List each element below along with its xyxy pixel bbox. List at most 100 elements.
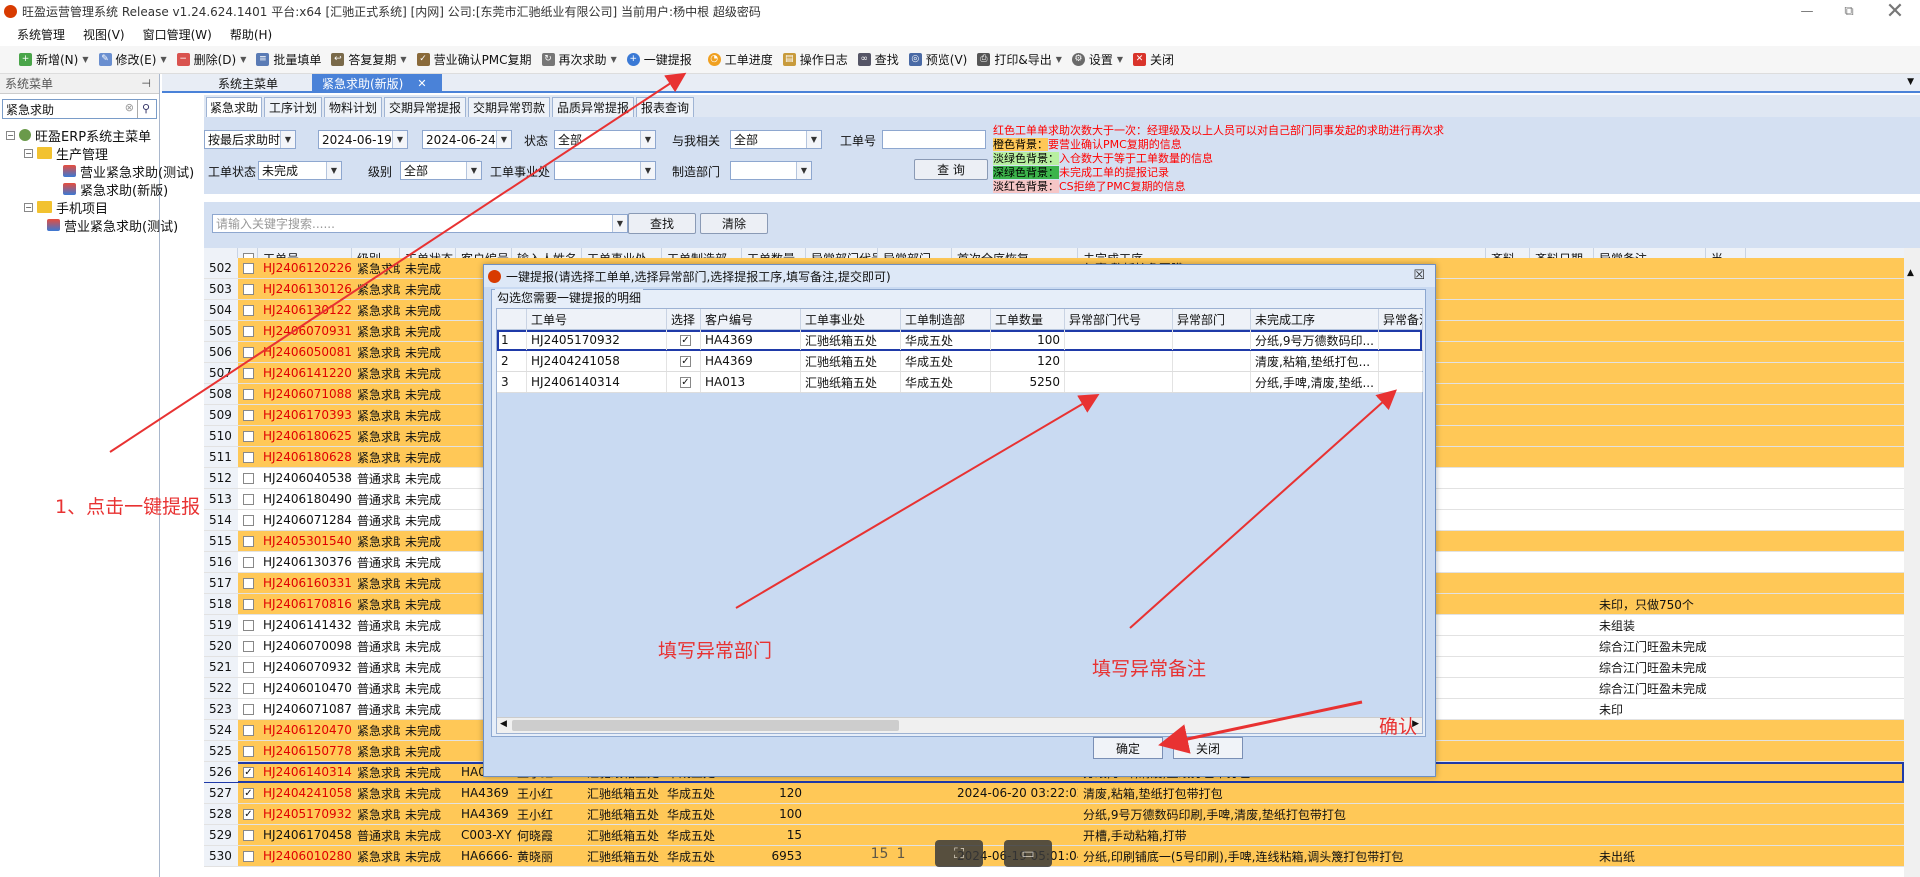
chevron-down-icon[interactable]: ▼ [1117,55,1123,64]
row-checkbox[interactable] [243,556,254,568]
preview-button[interactable]: ◎ 预览(V) [904,49,973,71]
row-checkbox[interactable] [243,409,254,421]
dialog-cell-dcode[interactable] [1065,351,1173,371]
row-checkbox[interactable] [243,325,254,337]
tree-leaf-sales-help-test[interactable]: 营业紧急求助(测试) [63,162,194,181]
menu-system[interactable]: 系统管理 [8,26,74,43]
chevron-down-icon[interactable]: ▼ [466,162,481,179]
dialog-column-header[interactable]: 客户编号 [701,309,801,330]
collapse-icon[interactable]: − [24,148,33,158]
row-checkbox[interactable] [243,346,254,358]
row-checkbox[interactable] [243,367,254,379]
table-row[interactable]: 528 ✓ HJ2405170932 紧急求助 未完成 HA4369 王小红 汇驰纸箱五处 华成… [204,804,1904,825]
dialog-cell-dcode[interactable] [1065,372,1173,392]
chevron-down-icon[interactable]: ▼ [326,162,341,179]
row-checkbox[interactable]: ✓ [243,808,254,820]
row-checkbox[interactable] [243,577,254,589]
tab-delivery-fine[interactable]: 交期异常罚款 [468,97,550,117]
row-checkbox[interactable] [243,850,254,862]
pmc-confirm-button[interactable]: ✓ 营业确认PMC复期 [412,49,537,71]
table-row[interactable]: 529 HJ2406170458 普通求助 未完成 C003-XY 何晓霞 汇驰纸箱五处 华成… [204,825,1904,846]
operation-log-button[interactable]: ▤ 操作日志 [778,49,853,71]
retry-help-button[interactable]: ↻ 再次求助 ▼ [537,49,622,71]
search-button[interactable]: 查找 [628,213,696,234]
dialog-cell-note[interactable] [1379,330,1423,350]
level-select[interactable]: 全部 ▼ [400,161,482,180]
close-window-button[interactable]: ✕ [1874,0,1916,24]
chevron-down-icon[interactable]: ▼ [612,215,627,232]
screen-share-button[interactable]: ▭ [1004,840,1052,867]
restore-button[interactable]: ⧉ [1828,0,1870,23]
chevron-down-icon[interactable]: ▼ [496,131,511,148]
row-checkbox[interactable] [243,703,254,715]
row-checkbox[interactable] [243,619,254,631]
dialog-cell-dept[interactable] [1173,372,1251,392]
query-button[interactable]: 查 询 [914,159,988,180]
dialog-table-row[interactable]: 1 HJ2405170932 ✓ HA4369 汇驰纸箱五处 华成五处 100 分纸,9号万德… [497,330,1423,351]
chevron-down-icon[interactable]: ▼ [640,162,655,179]
chevron-down-icon[interactable]: ▼ [806,131,821,148]
row-checkbox[interactable]: ✓ [243,787,254,799]
sidebar-search-input[interactable]: 紧急求助 ⊗ ⚲ [2,99,157,119]
batch-fill-button[interactable]: ≡ 批量填单 [251,49,326,71]
scroll-thumb[interactable] [512,720,899,731]
dialog-cell-dept[interactable] [1173,330,1251,350]
row-checkbox[interactable] [243,262,254,274]
tab-process-plan[interactable]: 工序计划 [264,97,322,117]
dialog-table-row[interactable]: 3 HJ2406140314 ✓ HA013 汇驰纸箱五处 华成五处 5250 分纸,手啤,清… [497,372,1423,393]
tab-urgent-help[interactable]: 紧急求助 [206,97,262,117]
dialog-horizontal-scrollbar[interactable]: ◀ ▶ [497,717,1422,733]
chevron-down-icon[interactable]: ▼ [400,55,406,64]
dialog-column-header[interactable]: 选择 [667,309,701,330]
time-type-select[interactable]: 按最后求助时间 ▼ [204,130,296,149]
order-status-select[interactable]: 未完成 ▼ [258,161,342,180]
dialog-column-header[interactable]: 工单制造部 [901,309,991,330]
row-checkbox[interactable] [243,682,254,694]
scroll-up-icon[interactable]: ▲ [1907,268,1914,278]
dialog-cell-dept[interactable] [1173,351,1251,371]
collapse-icon[interactable]: − [6,130,15,140]
chevron-down-icon[interactable]: ▼ [640,131,655,148]
row-checkbox[interactable] [243,598,254,610]
chevron-down-icon[interactable]: ▼ [240,55,246,64]
row-checkbox[interactable]: ✓ [243,766,254,778]
row-checkbox[interactable] [243,493,254,505]
tab-report-query[interactable]: 报表查询 [636,97,694,117]
grid-vertical-scrollbar[interactable]: ▲ [1904,248,1920,877]
dialog-row-checkbox[interactable]: ✓ [680,355,691,367]
chevron-down-icon[interactable]: ▼ [1907,77,1914,87]
dialog-row-checkbox[interactable]: ✓ [680,376,691,388]
clear-icon[interactable]: ⊗ [125,101,134,114]
minimize-button[interactable]: — [1786,0,1828,23]
order-no-input[interactable] [882,130,986,149]
dialog-ok-button[interactable]: 确定 [1093,737,1163,759]
row-checkbox[interactable] [243,430,254,442]
menu-window[interactable]: 窗口管理(W) [134,26,221,43]
dialog-close-icon[interactable]: ☒ [1413,268,1425,283]
chevron-down-icon[interactable]: ▼ [160,55,166,64]
order-progress-button[interactable]: ◔ 工单进度 [703,49,778,71]
menu-help[interactable]: 帮助(H) [221,26,281,43]
division-select[interactable]: ▼ [554,161,656,180]
row-checkbox[interactable] [243,304,254,316]
dialog-close-button[interactable]: 关闭 [1173,737,1243,759]
chevron-down-icon[interactable]: ▼ [280,131,295,148]
dialog-column-header[interactable]: 未完成工序 [1251,309,1379,330]
collapse-icon[interactable]: − [24,202,33,212]
row-checkbox[interactable] [243,661,254,673]
delete-button[interactable]: − 删除(D) ▼ [172,49,252,71]
pin-icon[interactable]: ⊣ [141,77,151,90]
dialog-cell-note[interactable] [1379,372,1423,392]
row-checkbox[interactable] [243,535,254,547]
row-checkbox[interactable] [243,724,254,736]
table-row[interactable]: 527 ✓ HJ2404241058 紧急求助 未完成 HA4369 王小红 汇驰纸箱五处 华成… [204,783,1904,804]
tab-urgent-help-new[interactable]: 紧急求助(新版) ✕ [312,74,442,93]
chevron-down-icon[interactable]: ▼ [796,162,811,179]
tree-leaf-sales-help-test-2[interactable]: 营业紧急求助(测试) [47,216,178,235]
tree-leaf-urgent-help-new[interactable]: 紧急求助(新版) [63,180,168,199]
chevron-down-icon[interactable]: ▼ [82,55,88,64]
tree-root[interactable]: − 旺盈ERP系统主菜单 [6,126,151,145]
dialog-cell-dcode[interactable] [1065,330,1173,350]
dialog-column-header[interactable]: 异常备注 [1379,309,1423,330]
dialog-row-checkbox[interactable]: ✓ [680,334,691,346]
